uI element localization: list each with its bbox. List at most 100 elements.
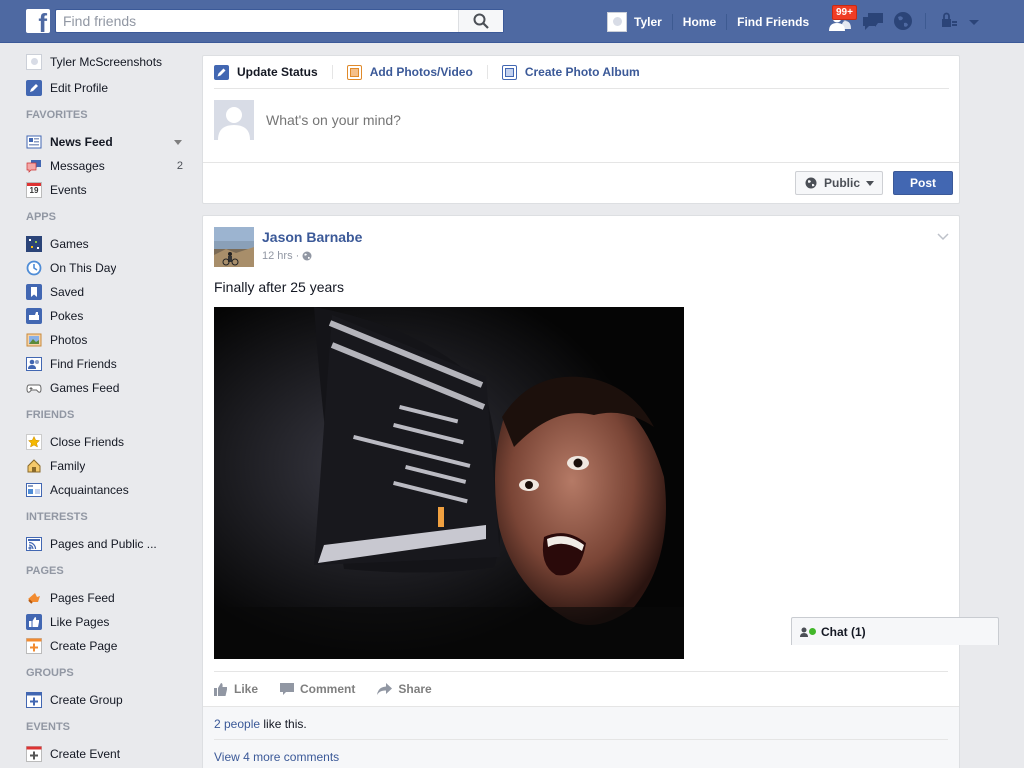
view-more-comments-link[interactable]: View 4 more comments (214, 750, 339, 764)
star-icon (26, 434, 42, 450)
top-bar: f Tyler Home Find Friends 99+ (0, 0, 1024, 43)
user-avatar[interactable] (607, 11, 627, 32)
search-box (55, 9, 504, 33)
bookmark-icon (26, 284, 42, 300)
sidebar-item-create-page[interactable]: Create Page (26, 634, 191, 658)
search-input[interactable] (56, 10, 456, 32)
section-heading-apps: APPS (26, 211, 56, 223)
sidebar-item-games-feed[interactable]: Games Feed (26, 376, 191, 400)
sidebar-item-acquaintances[interactable]: Acquaintances (26, 478, 191, 502)
timestamp-link[interactable]: 12 hrs (262, 250, 293, 262)
sidebar-item-label: Games (50, 237, 89, 251)
on-this-day-icon (26, 260, 42, 276)
author-avatar[interactable] (214, 227, 254, 267)
feed-story: Jason Barnabe 12 hrs · Finally after 25 … (202, 215, 960, 768)
tab-divider (331, 65, 333, 79)
sidebar-item-label: Find Friends (50, 357, 117, 371)
author-name-link[interactable]: Jason Barnabe (262, 229, 362, 245)
meta-separator: · (295, 250, 300, 262)
sidebar-item-games[interactable]: Games (26, 232, 191, 256)
calendar-icon: 19 (26, 182, 42, 198)
thumbs-up-icon (214, 682, 227, 696)
sidebar-item-create-event[interactable]: Create Event (26, 742, 191, 766)
sidebar-item-like-pages[interactable]: Like Pages (26, 610, 191, 634)
likers-link[interactable]: 2 people (214, 717, 260, 731)
sidebar-profile[interactable]: Tyler McScreenshots (26, 52, 191, 72)
messages-icon (26, 158, 42, 174)
sidebar-item-photos[interactable]: Photos (26, 328, 191, 352)
gamepad-icon (26, 380, 42, 396)
post-button[interactable]: Post (893, 171, 953, 195)
unread-count: 2 (176, 160, 183, 172)
nav-divider (726, 13, 728, 30)
person-icon (800, 627, 808, 637)
sidebar-item-close-friends[interactable]: Close Friends (26, 430, 191, 454)
sidebar-item-label: On This Day (50, 261, 117, 275)
sidebar-item-pages-and-public[interactable]: Pages and Public ... (26, 532, 191, 556)
comment-button[interactable]: Comment (280, 682, 355, 696)
pencil-icon (214, 64, 229, 80)
nav-divider (925, 13, 926, 29)
like-button[interactable]: Like (214, 682, 258, 696)
tab-update-status[interactable]: Update Status (214, 64, 318, 80)
messages-jewel-icon[interactable] (861, 10, 885, 32)
sidebar-item-edit-profile[interactable]: Edit Profile (26, 76, 191, 100)
globe-icon (805, 177, 817, 189)
share-icon (377, 682, 393, 695)
chat-tab[interactable]: Chat (1) (791, 617, 999, 645)
sidebar-item-label: Messages (50, 159, 105, 173)
acquaintances-icon (26, 482, 42, 498)
sidebar-item-label: Family (50, 459, 86, 473)
plus-icon (26, 638, 42, 654)
sidebar-item-pages-feed[interactable]: Pages Feed (26, 586, 191, 610)
chat-label: Chat (1) (821, 624, 866, 639)
sidebar-item-label: Close Friends (50, 435, 125, 449)
share-button[interactable]: Share (377, 682, 432, 696)
tab-add-photos-video[interactable]: Add Photos/Video (346, 64, 473, 80)
sidebar-item-label: Like Pages (50, 615, 110, 629)
tab-create-photo-album[interactable]: Create Photo Album (501, 64, 640, 80)
sidebar-item-saved[interactable]: Saved (26, 280, 191, 304)
profile-link[interactable]: Tyler (634, 15, 662, 29)
story-photo[interactable] (214, 307, 684, 659)
nav-divider (671, 13, 673, 30)
sidebar-item-pokes[interactable]: Pokes (26, 304, 191, 328)
facebook-logo-icon[interactable]: f (26, 9, 50, 36)
find-friends-icon (26, 356, 42, 372)
tab-label: Add Photos/Video (369, 65, 473, 79)
privacy-shortcuts-icon[interactable] (938, 10, 962, 32)
tab-label: Create Photo Album (524, 65, 640, 79)
sidebar-item-family[interactable]: Family (26, 454, 191, 478)
search-button[interactable] (458, 10, 503, 32)
search-icon (473, 13, 489, 29)
sidebar-item-events[interactable]: 19 Events (26, 178, 191, 202)
find-friends-link[interactable]: Find Friends (737, 15, 809, 29)
section-heading-favorites: FAVORITES (26, 109, 88, 121)
sidebar-item-on-this-day[interactable]: On This Day (26, 256, 191, 280)
audience-selector[interactable]: Public (795, 171, 883, 195)
online-dot-icon (809, 628, 816, 635)
sidebar-item-label: Pages and Public ... (50, 537, 157, 551)
left-sidebar: Tyler McScreenshots Edit Profile FAVORIT… (26, 52, 191, 766)
sidebar-item-find-friends[interactable]: Find Friends (26, 352, 191, 376)
sidebar-item-label: Pages Feed (50, 591, 115, 605)
tab-divider (486, 65, 488, 79)
section-heading-interests: INTERESTS (26, 511, 88, 523)
story-options-chevron-icon[interactable] (937, 230, 949, 244)
like-label: Like (234, 682, 259, 696)
composer-avatar (214, 100, 254, 140)
section-heading-friends: FRIENDS (26, 409, 75, 421)
chevron-down-icon[interactable] (174, 140, 182, 145)
sidebar-item-create-group[interactable]: Create Group (26, 688, 191, 712)
home-link[interactable]: Home (683, 15, 716, 29)
sidebar-item-messages[interactable]: Messages 2 (26, 154, 191, 178)
sidebar-item-label: Create Event (50, 747, 121, 761)
notifications-globe-icon[interactable] (892, 10, 916, 32)
account-menu-chevron-icon[interactable] (968, 16, 980, 25)
sidebar-item-label: Edit Profile (50, 81, 109, 95)
sidebar-item-news-feed[interactable]: News Feed (26, 130, 191, 154)
games-icon (26, 236, 42, 252)
sidebar-item-label: Events (50, 183, 87, 197)
status-input[interactable] (266, 112, 866, 128)
composer-tabs: Update Status Add Photos/Video Create Ph… (214, 56, 949, 89)
